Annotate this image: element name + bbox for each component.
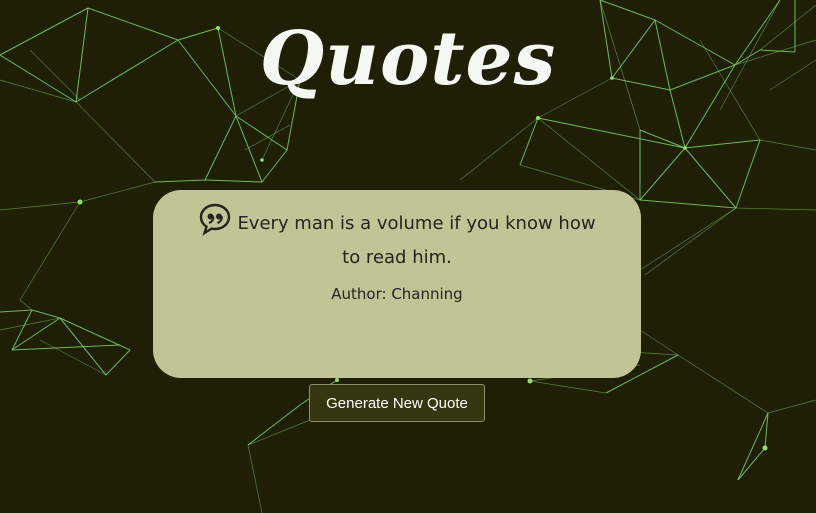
quote-text: Every man is a volume if you know how to… bbox=[237, 213, 596, 268]
quote-author: Author: Channing bbox=[331, 285, 463, 303]
quote-card: Every man is a volume if you know how to… bbox=[153, 190, 641, 378]
generate-quote-button[interactable]: Generate New Quote bbox=[309, 384, 485, 422]
quote-paragraph: Every man is a volume if you know how to… bbox=[193, 202, 601, 275]
quote-icon bbox=[198, 202, 232, 236]
page-title: Quotes bbox=[259, 16, 557, 102]
